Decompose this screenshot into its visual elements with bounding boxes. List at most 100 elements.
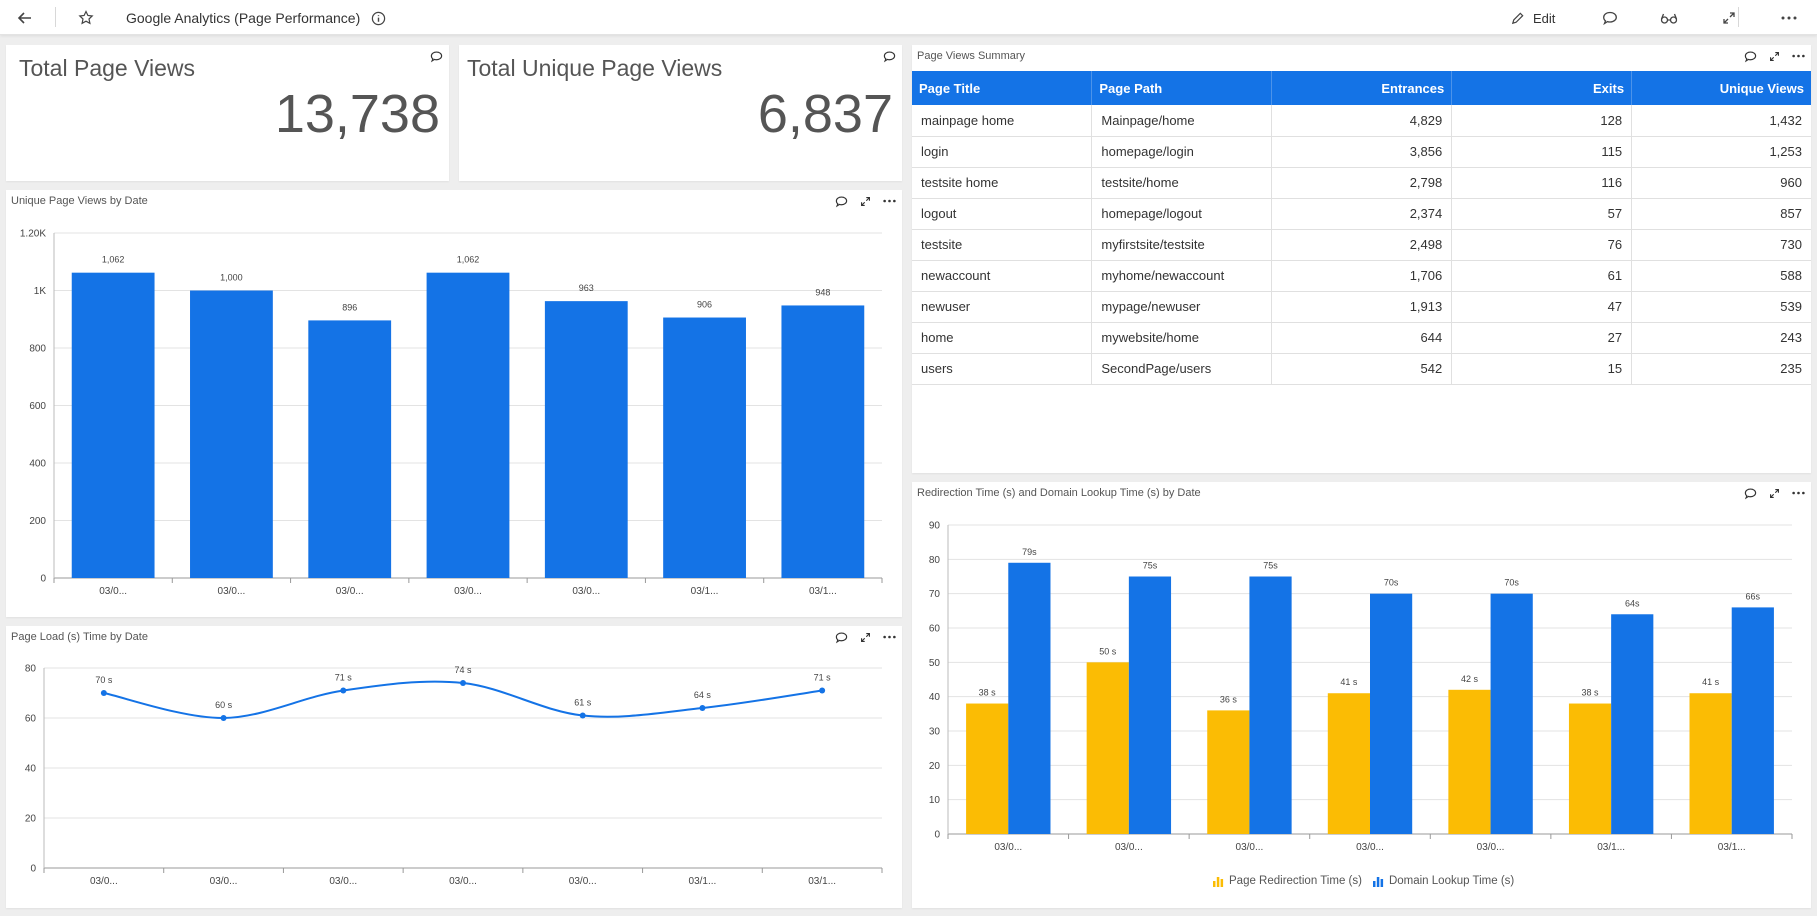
table-row[interactable]: testsite home testsite/home 2,798 116 960: [912, 167, 1811, 199]
data-label: 42 s: [1461, 674, 1479, 684]
column-header[interactable]: Page Title: [912, 71, 1093, 105]
bar-chart-icon: [1213, 877, 1224, 887]
table-cell: 116: [1451, 167, 1633, 199]
table-row[interactable]: mainpage home Mainpage/home 4,829 128 1,432: [912, 105, 1811, 137]
table-cell: testsite: [912, 229, 1093, 261]
bar: [1689, 693, 1732, 834]
bar-chart-icon: [1372, 877, 1384, 887]
table-cell: 243: [1631, 322, 1811, 354]
kpi-card-total-page-views: Total Page Views 13,738: [6, 45, 449, 181]
legend-label: Domain Lookup Time (s): [1388, 875, 1515, 887]
table-cell: 1,706: [1271, 260, 1453, 292]
info-icon[interactable]: [366, 6, 390, 30]
table-cell: testsite home: [912, 167, 1093, 199]
data-point: [460, 680, 466, 686]
x-tick-label: 03/0...: [994, 842, 1022, 853]
table-row[interactable]: logout homepage/logout 2,374 57 857: [912, 198, 1811, 230]
page-load-time-chart-card: Page Load (s) Time by Date 0 20 40 60 80 03/0…: [6, 626, 902, 908]
star-icon[interactable]: [74, 6, 98, 30]
data-label: 64 s: [694, 690, 712, 700]
y-tick-label: 90: [929, 521, 941, 532]
toolbar-divider: [1738, 7, 1739, 27]
data-label: 38 s: [1582, 688, 1600, 698]
pencil-icon: [1511, 11, 1524, 24]
bar: [308, 320, 392, 578]
more-options-icon[interactable]: [1791, 49, 1805, 63]
table-cell: users: [912, 353, 1093, 385]
edit-button[interactable]: Edit: [1510, 6, 1555, 30]
data-label: 906: [697, 300, 712, 310]
table-cell: homepage/logout: [1091, 198, 1273, 230]
kpi-label: Total Page Views: [19, 55, 196, 81]
y-tick-label: 40: [929, 692, 941, 703]
expand-icon[interactable]: [1767, 49, 1781, 63]
table-row[interactable]: testsite myfirstsite/testsite 2,498 76 730: [912, 229, 1811, 261]
data-label: 948: [815, 287, 830, 297]
bar: [190, 290, 273, 578]
y-tick-label: 50: [929, 658, 941, 669]
y-tick-label: 80: [25, 664, 37, 675]
table-cell: 1,913: [1271, 291, 1453, 323]
table-row[interactable]: newuser mypage/newuser 1,913 47 539: [912, 291, 1811, 323]
card-title: Page Views Summary: [917, 50, 1026, 62]
table-cell: 542: [1271, 353, 1453, 385]
column-header[interactable]: Entrances: [1271, 71, 1453, 105]
bar: [1448, 689, 1491, 834]
x-tick-label: 03/0...: [569, 876, 597, 887]
y-tick-label: 10: [929, 795, 941, 806]
table-cell: myhome/newaccount: [1091, 260, 1273, 292]
data-label: 1,062: [457, 255, 480, 265]
bar: [966, 703, 1009, 834]
table-cell: logout: [912, 198, 1093, 230]
table-cell: 2,374: [1271, 198, 1453, 230]
data-label: 41 s: [1702, 677, 1720, 687]
column-header[interactable]: Unique Views: [1631, 71, 1811, 105]
data-label: 71 s: [335, 673, 353, 683]
comment-icon[interactable]: [429, 49, 443, 63]
table-cell: 2,498: [1271, 229, 1453, 261]
data-point: [220, 715, 227, 721]
table-row[interactable]: login homepage/login 3,856 115 1,253: [912, 136, 1811, 168]
more-options-icon[interactable]: [1777, 6, 1801, 30]
x-tick-label: 03/1...: [808, 876, 836, 887]
data-label: 71 s: [814, 673, 832, 683]
column-header[interactable]: Exits: [1451, 71, 1633, 105]
y-tick-label: 1.20K: [20, 229, 46, 240]
data-label: 1,000: [220, 273, 243, 283]
table-cell: 1,253: [1631, 136, 1811, 168]
x-tick-label: 03/1...: [1718, 842, 1746, 853]
comment-icon[interactable]: [882, 49, 896, 63]
x-tick-label: 03/0...: [99, 586, 127, 597]
data-label: 74 s: [454, 665, 472, 675]
bar: [1370, 593, 1413, 834]
back-arrow-icon[interactable]: [13, 6, 37, 30]
x-tick-label: 03/0...: [1356, 842, 1384, 853]
table-row[interactable]: home mywebsite/home 644 27 243: [912, 322, 1811, 354]
x-tick-label: 03/0...: [1477, 842, 1505, 853]
y-tick-label: 70: [929, 589, 941, 600]
glasses-icon[interactable]: [1657, 6, 1681, 30]
y-tick-label: 400: [29, 459, 46, 470]
x-tick-label: 03/0...: [454, 586, 482, 597]
legend-item-redirection[interactable]: Page Redirection Time (s): [1212, 875, 1362, 887]
edit-label: Edit: [1533, 10, 1556, 26]
table-cell: 3,856: [1271, 136, 1453, 168]
table-cell: 27: [1451, 322, 1633, 354]
comment-icon[interactable]: [1743, 49, 1757, 63]
y-tick-label: 60: [929, 624, 941, 635]
legend-item-domain-lookup[interactable]: Domain Lookup Time (s): [1372, 875, 1514, 887]
comment-icon[interactable]: [1598, 6, 1622, 30]
column-header[interactable]: Page Path: [1091, 71, 1273, 105]
bar: [1249, 576, 1292, 834]
table-cell: 588: [1631, 260, 1811, 292]
data-label: 60 s: [215, 700, 233, 710]
data-label: 70s: [1504, 578, 1519, 588]
chart-legend: Page Redirection Time (s) Domain Lookup …: [1212, 875, 1514, 887]
data-label: 70s: [1384, 578, 1399, 588]
bar: [1611, 614, 1654, 834]
table-row[interactable]: users SecondPage/users 542 15 235: [912, 353, 1811, 385]
series-line: [103, 680, 823, 720]
table-row[interactable]: newaccount myhome/newaccount 1,706 61 588: [912, 260, 1811, 292]
bar: [71, 272, 155, 578]
table-cell: SecondPage/users: [1091, 353, 1273, 385]
